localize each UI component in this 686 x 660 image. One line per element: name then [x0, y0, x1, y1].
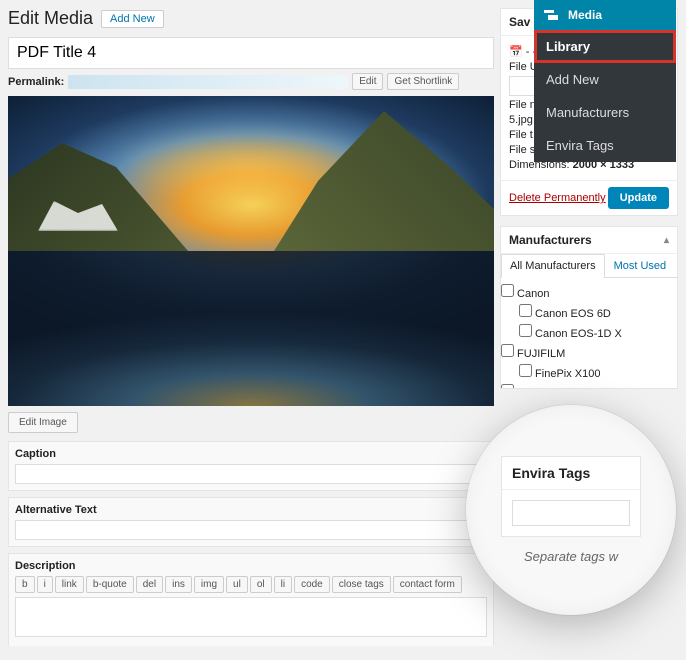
quicktag-contact-form[interactable]: contact form [393, 576, 462, 593]
save-box-title: Sav [509, 15, 530, 29]
quicktag-ul[interactable]: ul [226, 576, 248, 593]
tab-most-used[interactable]: Most Used [605, 254, 676, 277]
quicktag-close-tags[interactable]: close tags [332, 576, 391, 593]
manufacturer-item[interactable]: Canon EOS 6D [501, 302, 677, 322]
manufacturers-metabox: Manufacturers ▴ All Manufacturers Most U… [500, 226, 678, 389]
description-label: Description [15, 560, 487, 572]
manufacturer-item[interactable]: NIKON CORPORATION [501, 382, 677, 388]
magnifier-callout: Envira Tags Separate tags w [466, 405, 676, 615]
flyout-item-add-new[interactable]: Add New [534, 63, 676, 96]
manufacturer-item[interactable]: Canon [501, 282, 677, 302]
caption-label: Caption [15, 448, 487, 460]
flyout-item-manufacturers[interactable]: Manufacturers [534, 96, 676, 129]
quicktag-img[interactable]: img [194, 576, 224, 593]
quicktag-ins[interactable]: ins [165, 576, 192, 593]
caption-input[interactable] [15, 464, 487, 484]
quicktag-ol[interactable]: ol [250, 576, 272, 593]
permalink-edit-button[interactable]: Edit [352, 73, 383, 90]
alt-text-input[interactable] [15, 520, 487, 540]
media-preview-image [8, 96, 494, 406]
quicktag-link[interactable]: link [55, 576, 84, 593]
edit-image-button[interactable]: Edit Image [8, 412, 78, 433]
update-button[interactable]: Update [608, 187, 669, 209]
manufacturer-item[interactable]: FUJIFILM [501, 342, 677, 362]
permalink-url[interactable] [68, 75, 348, 89]
flyout-header[interactable]: Media [534, 0, 676, 30]
manufacturer-item[interactable]: Canon EOS-1D X [501, 322, 677, 342]
manufacturer-item[interactable]: FinePix X100 [501, 362, 677, 382]
add-new-button[interactable]: Add New [101, 10, 164, 28]
description-textarea[interactable] [15, 597, 487, 637]
manufacturer-checkbox[interactable] [501, 384, 514, 388]
envira-tags-title: Envira Tags [502, 457, 640, 490]
envira-tags-input[interactable] [512, 500, 630, 526]
tab-all-manufacturers[interactable]: All Manufacturers [501, 254, 605, 278]
quicktag-b-quote[interactable]: b-quote [86, 576, 134, 593]
flyout-item-library[interactable]: Library [534, 30, 676, 63]
permalink-label: Permalink: [8, 76, 64, 88]
manufacturer-checkbox[interactable] [501, 284, 514, 297]
media-icon [544, 8, 560, 22]
page-title: Edit Media [8, 8, 93, 29]
quicktag-b[interactable]: b [15, 576, 35, 593]
quicktag-code[interactable]: code [294, 576, 330, 593]
get-shortlink-button[interactable]: Get Shortlink [387, 73, 459, 90]
media-flyout-menu: Media LibraryAdd NewManufacturersEnvira … [534, 0, 676, 162]
flyout-item-envira-tags[interactable]: Envira Tags [534, 129, 676, 162]
manufacturer-checkbox[interactable] [501, 344, 514, 357]
delete-permanently-link[interactable]: Delete Permanently [509, 192, 606, 204]
alt-text-label: Alternative Text [15, 504, 487, 516]
quicktag-del[interactable]: del [136, 576, 163, 593]
title-input[interactable] [8, 37, 494, 69]
manufacturers-title: Manufacturers [509, 233, 592, 247]
quicktag-i[interactable]: i [37, 576, 53, 593]
manufacturer-checkbox[interactable] [519, 304, 532, 317]
collapse-icon[interactable]: ▴ [664, 235, 669, 246]
manufacturer-checkbox[interactable] [519, 324, 532, 337]
manufacturer-checkbox[interactable] [519, 364, 532, 377]
quicktag-li[interactable]: li [274, 576, 292, 593]
envira-tags-hint: Separate tags w [524, 549, 618, 564]
